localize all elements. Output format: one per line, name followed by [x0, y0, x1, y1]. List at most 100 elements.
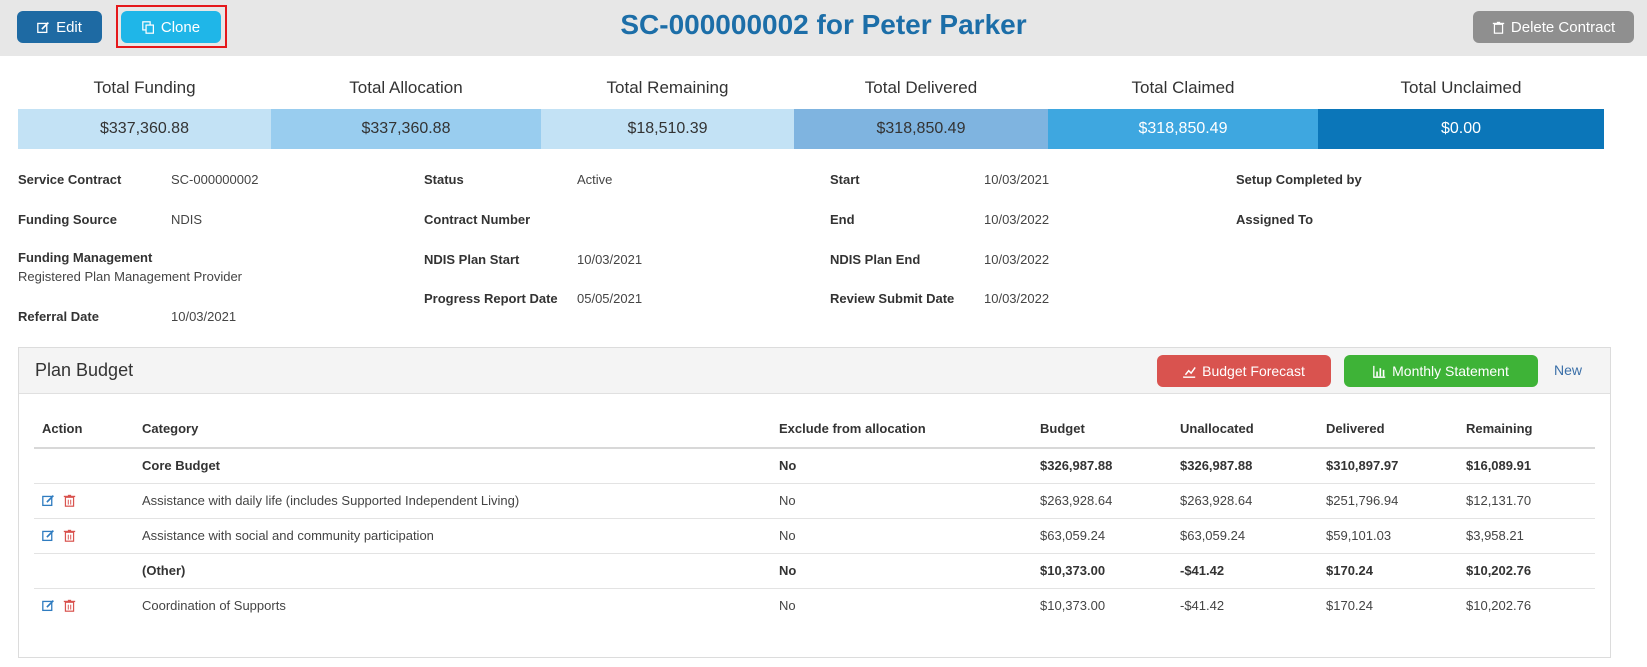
total-unclaimed-label: Total Unclaimed: [1400, 78, 1522, 97]
total-funding-label: Total Funding: [93, 78, 196, 97]
line-chart-icon: [1183, 366, 1196, 378]
end-value: 10/03/2022: [984, 212, 1050, 227]
funding-source-value: NDIS: [171, 212, 203, 227]
unallocated-cell: -$41.42: [1180, 598, 1225, 614]
action-cell: [34, 483, 134, 519]
table-row: Core Budget No $326,987.88 $326,987.88 $310,…: [34, 448, 1595, 484]
exclude-cell: No: [771, 448, 1032, 484]
status-label: Status: [424, 172, 464, 187]
budget-cell: $10,373.00: [1040, 598, 1106, 614]
delivered-cell: $170.24: [1326, 598, 1373, 614]
table-row: Assistance with daily life (includes Sup…: [34, 483, 1595, 519]
page-header: Edit Clone SC-000000002 for Peter Parker…: [0, 0, 1647, 56]
status-value: Active: [577, 172, 613, 187]
trash-icon: [1492, 21, 1505, 34]
budget-cell: $63,059.24: [1032, 518, 1172, 554]
new-link[interactable]: New: [1554, 362, 1582, 378]
monthly-statement-button[interactable]: Monthly Statement: [1344, 355, 1538, 387]
edit-icon[interactable]: [42, 529, 55, 542]
table-header-row: Action Category Exclude from allocation …: [34, 410, 1595, 449]
total-delivered-value: $318,850.49: [794, 109, 1048, 149]
ndis-plan-end-value: 10/03/2022: [984, 252, 1050, 267]
total-allocation-value: $337,360.88: [271, 109, 541, 149]
budget-cell: $326,987.88: [1032, 448, 1172, 484]
total-unclaimed-value: $0.00: [1318, 109, 1604, 149]
table-row: Assistance with social and community par…: [34, 518, 1595, 554]
total-remaining-value: $18,510.39: [541, 109, 794, 149]
delivered-cell: $59,101.03: [1318, 518, 1458, 554]
budget-forecast-button[interactable]: Budget Forecast: [1157, 355, 1331, 387]
end-label: End: [830, 212, 855, 227]
exclude-cell: No: [771, 553, 1032, 589]
unallocated-cell: -$41.42: [1172, 553, 1318, 589]
trash-icon[interactable]: [63, 529, 76, 542]
service-contract-label: Service Contract: [18, 172, 122, 187]
delivered-cell: $170.24: [1318, 553, 1458, 589]
referral-date-label: Referral Date: [18, 309, 99, 324]
funding-management-value: Registered Plan Management Provider: [18, 269, 243, 284]
edit-icon[interactable]: [42, 494, 55, 507]
remaining-cell: $16,089.91: [1458, 448, 1595, 484]
trash-icon[interactable]: [63, 494, 76, 507]
delete-contract-button[interactable]: Delete Contract: [1473, 11, 1634, 43]
ndis-plan-start-label: NDIS Plan Start: [424, 252, 520, 267]
bar-chart-icon: [1373, 365, 1386, 378]
col-exclude: Exclude from allocation: [771, 410, 1032, 449]
col-category: Category: [134, 410, 771, 449]
assigned-to-label: Assigned To: [1236, 212, 1314, 227]
row-actions: [42, 494, 126, 507]
row-actions: [42, 529, 126, 542]
action-cell: [34, 518, 134, 554]
review-submit-date-label: Review Submit Date: [830, 291, 955, 306]
delete-contract-label: Delete Contract: [1510, 18, 1616, 36]
service-contract-value: SC-000000002: [171, 172, 259, 187]
edit-icon[interactable]: [42, 599, 55, 612]
ndis-plan-start-value: 10/03/2021: [577, 252, 643, 267]
total-delivered-label: Total Delivered: [864, 78, 978, 97]
remaining-cell: $10,202.76: [1466, 598, 1532, 614]
totals-values: $337,360.88 $337,360.88 $18,510.39 $318,…: [18, 109, 1604, 149]
plan-budget-table: Action Category Exclude from allocation …: [34, 410, 1595, 623]
table-row: (Other) No $10,373.00 -$41.42 $170.24 $10,202…: [34, 553, 1595, 589]
category-cell: Assistance with daily life (includes Sup…: [134, 483, 771, 519]
start-label: Start: [830, 172, 860, 187]
review-submit-date-value: 10/03/2022: [984, 291, 1050, 306]
total-allocation-label: Total Allocation: [349, 78, 463, 97]
col-action: Action: [34, 410, 134, 449]
funding-management-label: Funding Management: [18, 250, 153, 265]
remaining-cell: $3,958.21: [1458, 518, 1595, 554]
category-cell: Assistance with social and community par…: [134, 518, 771, 554]
col-unallocated: Unallocated: [1172, 410, 1318, 449]
row-actions: [42, 599, 126, 613]
remaining-cell: $12,131.70: [1458, 483, 1595, 519]
budget-forecast-label: Budget Forecast: [1202, 363, 1305, 379]
start-value: 10/03/2021: [984, 172, 1050, 187]
col-delivered: Delivered: [1318, 410, 1458, 449]
category-cell: Coordination of Supports: [142, 598, 286, 614]
budget-cell: $10,373.00: [1032, 553, 1172, 589]
category-cell: (Other): [134, 553, 771, 589]
plan-budget-panel: Plan Budget Budget Forecast Monthly Stat…: [18, 347, 1611, 658]
category-cell: Core Budget: [134, 448, 771, 484]
ndis-plan-end-label: NDIS Plan End: [830, 252, 921, 267]
remaining-cell: $10,202.76: [1458, 553, 1595, 589]
referral-date-value: 10/03/2021: [171, 309, 237, 324]
monthly-statement-label: Monthly Statement: [1392, 363, 1509, 379]
action-cell: [34, 588, 134, 623]
delivered-cell: $310,897.97: [1318, 448, 1458, 484]
unallocated-cell: $326,987.88: [1172, 448, 1318, 484]
funding-source-label: Funding Source: [18, 212, 117, 227]
action-cell: [34, 553, 134, 589]
col-budget: Budget: [1032, 410, 1172, 449]
totals-labels: Total Funding Total Allocation Total Rem…: [18, 76, 1604, 100]
table-row: Coordination of Supports No $10,373.00 -$41…: [34, 588, 1595, 623]
col-remaining: Remaining: [1458, 410, 1595, 449]
delivered-cell: $251,796.94: [1318, 483, 1458, 519]
exclude-cell: No: [771, 518, 1032, 554]
setup-completed-label: Setup Completed by: [1236, 172, 1362, 187]
progress-report-date-label: Progress Report Date: [424, 291, 558, 306]
exclude-cell: No: [771, 483, 1032, 519]
plan-budget-header: Plan Budget Budget Forecast Monthly Stat…: [19, 348, 1610, 394]
trash-icon[interactable]: [63, 599, 76, 613]
action-cell: [34, 448, 134, 484]
